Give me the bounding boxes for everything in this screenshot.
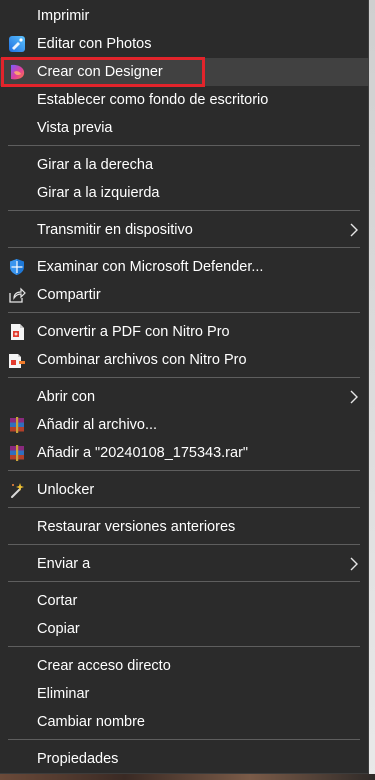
menu-item-properties[interactable]: Propiedades [0, 745, 369, 773]
menu-item-unlocker[interactable]: Unlocker [0, 476, 369, 504]
context-menu: Imprimir Editar con Photos Crear con Des… [0, 0, 369, 774]
menu-item-label: Crear con Designer [37, 64, 163, 80]
menu-item-send-to[interactable]: Enviar a [0, 550, 369, 578]
separator [8, 507, 360, 508]
menu-item-label: Cambiar nombre [37, 714, 145, 730]
separator [8, 247, 360, 248]
menu-item-label: Examinar con Microsoft Defender... [37, 259, 264, 275]
menu-item-set-wallpaper[interactable]: Establecer como fondo de escritorio [0, 86, 369, 114]
separator [8, 544, 360, 545]
menu-item-preview[interactable]: Vista previa [0, 114, 369, 142]
menu-item-label: Cortar [37, 593, 78, 609]
desktop-background-strip [369, 0, 375, 780]
menu-item-label: Unlocker [37, 482, 95, 498]
magic-wand-icon [11, 483, 24, 498]
winrar-icon [10, 417, 24, 433]
menu-item-open-with[interactable]: Abrir con [0, 383, 369, 411]
menu-item-rotate-right[interactable]: Girar a la derecha [0, 151, 369, 179]
menu-item-add-to-archive[interactable]: Añadir al archivo... [0, 411, 369, 439]
chevron-right-icon [350, 390, 358, 404]
nitro-pdf-icon [11, 324, 24, 340]
separator [8, 377, 360, 378]
menu-item-label: Abrir con [37, 389, 96, 405]
separator [8, 646, 360, 647]
menu-item-label: Añadir a "20240108_175343.rar" [37, 445, 249, 461]
separator [8, 312, 360, 313]
menu-item-label: Imprimir [37, 8, 90, 24]
separator [8, 739, 360, 740]
menu-item-create-shortcut[interactable]: Crear acceso directo [0, 652, 369, 680]
menu-item-label: Girar a la derecha [37, 157, 154, 173]
desktop-background-bottom [0, 774, 375, 780]
menu-item-label: Establecer como fondo de escritorio [37, 92, 269, 108]
menu-item-edit-photos[interactable]: Editar con Photos [0, 30, 369, 58]
menu-item-label: Vista previa [37, 120, 113, 136]
menu-item-restore-versions[interactable]: Restaurar versiones anteriores [0, 513, 369, 541]
menu-item-label: Copiar [37, 621, 80, 637]
menu-item-share[interactable]: Compartir [0, 281, 369, 309]
menu-item-cut[interactable]: Cortar [0, 587, 369, 615]
menu-item-label: Añadir al archivo... [37, 417, 158, 433]
menu-item-label: Convertir a PDF con Nitro Pro [37, 324, 230, 340]
defender-shield-icon [10, 259, 24, 275]
menu-item-label: Girar a la izquierda [37, 185, 160, 201]
menu-item-label: Eliminar [37, 686, 90, 702]
menu-item-rename[interactable]: Cambiar nombre [0, 708, 369, 736]
menu-item-print[interactable]: Imprimir [0, 2, 369, 30]
menu-item-convert-pdf[interactable]: Convertir a PDF con Nitro Pro [0, 318, 369, 346]
designer-icon [11, 64, 25, 80]
menu-item-label: Propiedades [37, 751, 119, 767]
menu-item-label: Transmitir en dispositivo [37, 222, 193, 238]
menu-item-label: Enviar a [37, 556, 91, 572]
photos-icon [9, 36, 25, 52]
menu-item-create-designer[interactable]: Crear con Designer [0, 58, 369, 86]
menu-item-copy[interactable]: Copiar [0, 615, 369, 643]
menu-item-label: Combinar archivos con Nitro Pro [37, 352, 247, 368]
separator [8, 145, 360, 146]
menu-item-combine-files[interactable]: Combinar archivos con Nitro Pro [0, 346, 369, 374]
menu-item-delete[interactable]: Eliminar [0, 680, 369, 708]
menu-item-label: Restaurar versiones anteriores [37, 519, 236, 535]
chevron-right-icon [350, 223, 358, 237]
separator [8, 210, 360, 211]
menu-item-cast-to-device[interactable]: Transmitir en dispositivo [0, 216, 369, 244]
menu-item-add-to-rar[interactable]: Añadir a "20240108_175343.rar" [0, 439, 369, 467]
share-icon [9, 287, 26, 303]
separator [8, 470, 360, 471]
menu-item-rotate-left[interactable]: Girar a la izquierda [0, 179, 369, 207]
winrar-icon [10, 445, 24, 461]
menu-item-defender-scan[interactable]: Examinar con Microsoft Defender... [0, 253, 369, 281]
menu-item-label: Compartir [37, 287, 101, 303]
separator [8, 581, 360, 582]
nitro-combine-icon [9, 354, 25, 368]
chevron-right-icon [350, 557, 358, 571]
menu-item-label: Crear acceso directo [37, 658, 171, 674]
menu-item-label: Editar con Photos [37, 36, 152, 52]
